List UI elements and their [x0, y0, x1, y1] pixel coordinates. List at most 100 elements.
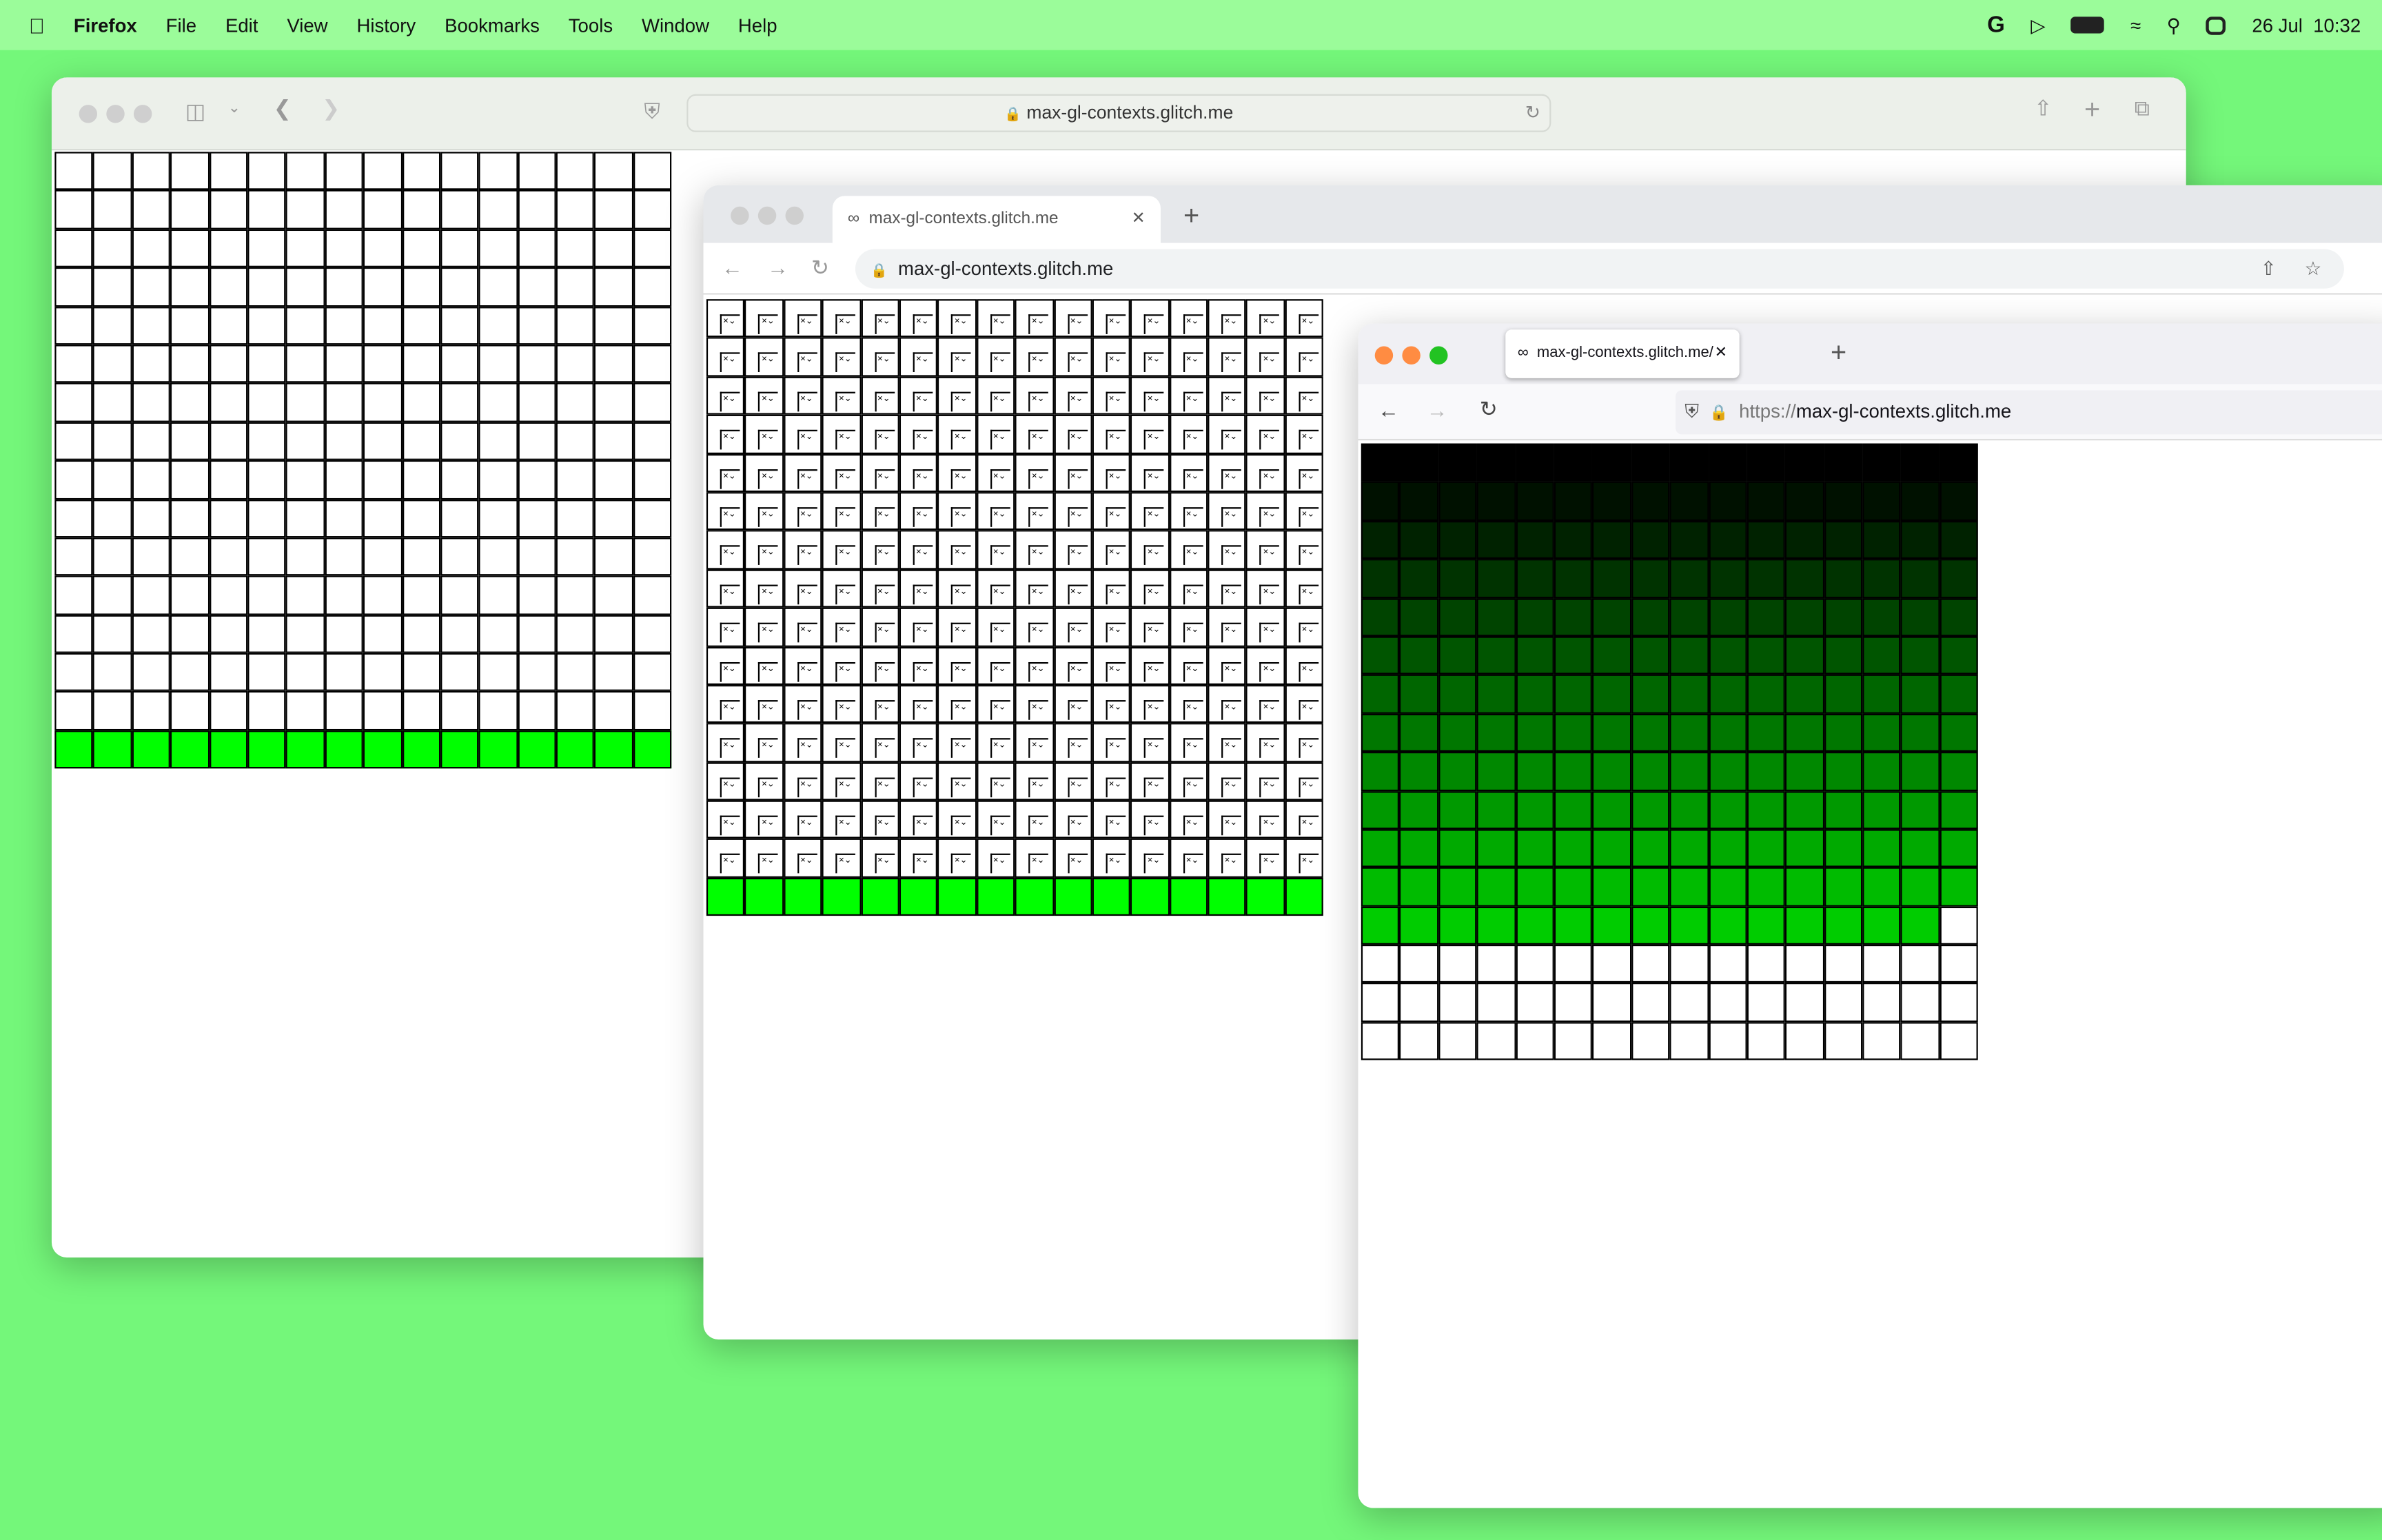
- canvas-cell: [783, 684, 822, 723]
- canvas-cell: [1476, 906, 1516, 945]
- zoom-button[interactable]: [133, 105, 152, 123]
- close-button[interactable]: [79, 105, 98, 123]
- canvas-cell: [209, 460, 248, 500]
- canvas-cell: [286, 691, 325, 730]
- canvas-cell: [1554, 675, 1593, 714]
- wifi-icon[interactable]: ≈: [2130, 14, 2141, 36]
- new-tab-icon[interactable]: +: [2084, 94, 2100, 126]
- address-bar[interactable]: 🔒 max-gl-contexts.glitch.me ⇧ ☆: [855, 249, 2344, 289]
- menu-window[interactable]: Window: [642, 14, 709, 36]
- sidebar-icon[interactable]: ◫: [185, 99, 205, 124]
- menu-help[interactable]: Help: [738, 14, 777, 36]
- bookmark-star-icon[interactable]: ☆: [2305, 249, 2322, 288]
- canvas-cell: [1092, 607, 1131, 646]
- canvas-cell: [1515, 752, 1554, 791]
- zoom-button[interactable]: [785, 206, 804, 225]
- canvas-cell: [325, 460, 364, 500]
- canvas-cell: [132, 422, 171, 461]
- canvas-cell: [247, 229, 287, 268]
- back-icon[interactable]: ←: [1378, 398, 1399, 422]
- canvas-cell: [1862, 906, 1902, 945]
- google-icon[interactable]: G: [1987, 12, 2005, 38]
- canvas-cell: [1438, 713, 1477, 752]
- address-bar[interactable]: ⛨ 🔒 https://max-gl-contexts.glitch.me: [1676, 390, 2382, 435]
- reload-icon[interactable]: ↻: [811, 255, 829, 280]
- canvas-cell: [860, 299, 899, 338]
- tab[interactable]: ∞ max-gl-contexts.glitch.me/ ✕: [1505, 329, 1740, 378]
- canvas-cell: [93, 730, 132, 769]
- canvas-cell: [325, 537, 364, 577]
- canvas-cell: [478, 460, 518, 500]
- forward-icon[interactable]: →: [1427, 398, 1448, 422]
- minimize-button[interactable]: [106, 105, 125, 123]
- canvas-cell: [1785, 675, 1824, 714]
- menu-app-name[interactable]: Firefox: [74, 14, 137, 36]
- canvas-cell: [976, 646, 1015, 685]
- back-icon[interactable]: ❮: [274, 96, 292, 121]
- canvas-cell: [1053, 530, 1092, 569]
- lock-icon[interactable]: 🔒: [1709, 405, 1728, 422]
- canvas-cell: [93, 383, 132, 422]
- new-tab-icon[interactable]: +: [1831, 337, 1846, 369]
- share-icon[interactable]: ⇧: [2034, 96, 2052, 121]
- canvas-cell: [1246, 415, 1285, 454]
- menu-history[interactable]: History: [356, 14, 416, 36]
- menu-file[interactable]: File: [166, 14, 196, 36]
- close-tab-icon[interactable]: ✕: [1132, 196, 1146, 243]
- tab-title: max-gl-contexts.glitch.me: [868, 209, 1059, 228]
- close-button[interactable]: [731, 206, 749, 225]
- play-icon[interactable]: ▷: [2030, 14, 2045, 37]
- menu-bookmarks[interactable]: Bookmarks: [445, 14, 540, 36]
- tab[interactable]: ∞ max-gl-contexts.glitch.me ✕: [832, 196, 1161, 243]
- reload-icon[interactable]: ↻: [1525, 96, 1540, 131]
- control-center-icon[interactable]: [2206, 16, 2226, 34]
- canvas-cell: [363, 730, 403, 769]
- menu-time[interactable]: 10:32: [2313, 14, 2361, 36]
- battery-charging-icon[interactable]: [2071, 17, 2105, 34]
- canvas-cell: [1554, 482, 1593, 521]
- canvas-cell: [1862, 520, 1902, 559]
- back-icon[interactable]: ←: [722, 255, 743, 279]
- close-button[interactable]: [1374, 346, 1394, 365]
- share-icon[interactable]: ⇧: [2261, 249, 2277, 288]
- canvas-cell: [1824, 983, 1863, 1023]
- shield-icon[interactable]: ⛨: [644, 99, 660, 124]
- canvas-cell: [93, 614, 132, 653]
- tab-overview-icon[interactable]: ⧉: [2135, 96, 2150, 121]
- menu-view[interactable]: View: [287, 14, 327, 36]
- apple-icon[interactable]: : [29, 13, 45, 37]
- canvas-cell: [478, 537, 518, 577]
- new-tab-icon[interactable]: +: [1183, 201, 1199, 232]
- menu-tools[interactable]: Tools: [569, 14, 613, 36]
- canvas-cell: [556, 152, 595, 191]
- tracking-shield-icon[interactable]: ⛨: [1684, 401, 1699, 422]
- address-bar[interactable]: 🔒 max-gl-contexts.glitch.me ↻: [686, 94, 1551, 132]
- canvas-cell: [1092, 684, 1131, 723]
- canvas-cell: [132, 730, 171, 769]
- canvas-cell: [1015, 607, 1054, 646]
- canvas-cell: [1438, 443, 1477, 482]
- forward-icon[interactable]: →: [767, 255, 788, 279]
- chevron-down-icon[interactable]: ⌄: [228, 100, 241, 116]
- canvas-cell: [93, 576, 132, 615]
- canvas-cell: [440, 383, 479, 422]
- menu-date[interactable]: 26 Jul: [2252, 14, 2303, 36]
- minimize-button[interactable]: [757, 206, 777, 225]
- canvas-cell: [976, 415, 1015, 454]
- reload-icon[interactable]: ↻: [1480, 396, 1498, 422]
- canvas-cell: [783, 415, 822, 454]
- minimize-button[interactable]: [1402, 346, 1421, 365]
- forward-icon[interactable]: ❯: [322, 96, 340, 121]
- canvas-cell: [1130, 684, 1170, 723]
- canvas-cell: [1631, 520, 1670, 559]
- canvas-cell: [170, 152, 210, 191]
- canvas-cell: [132, 152, 171, 191]
- canvas-cell: [556, 345, 595, 384]
- search-icon[interactable]: ⚲: [2167, 14, 2181, 37]
- canvas-cell: [363, 653, 403, 692]
- canvas-cell: [1785, 945, 1824, 984]
- zoom-button[interactable]: [1429, 346, 1448, 365]
- canvas-cell: [633, 383, 672, 422]
- menu-edit[interactable]: Edit: [225, 14, 258, 36]
- close-tab-icon[interactable]: ✕: [1715, 329, 1727, 378]
